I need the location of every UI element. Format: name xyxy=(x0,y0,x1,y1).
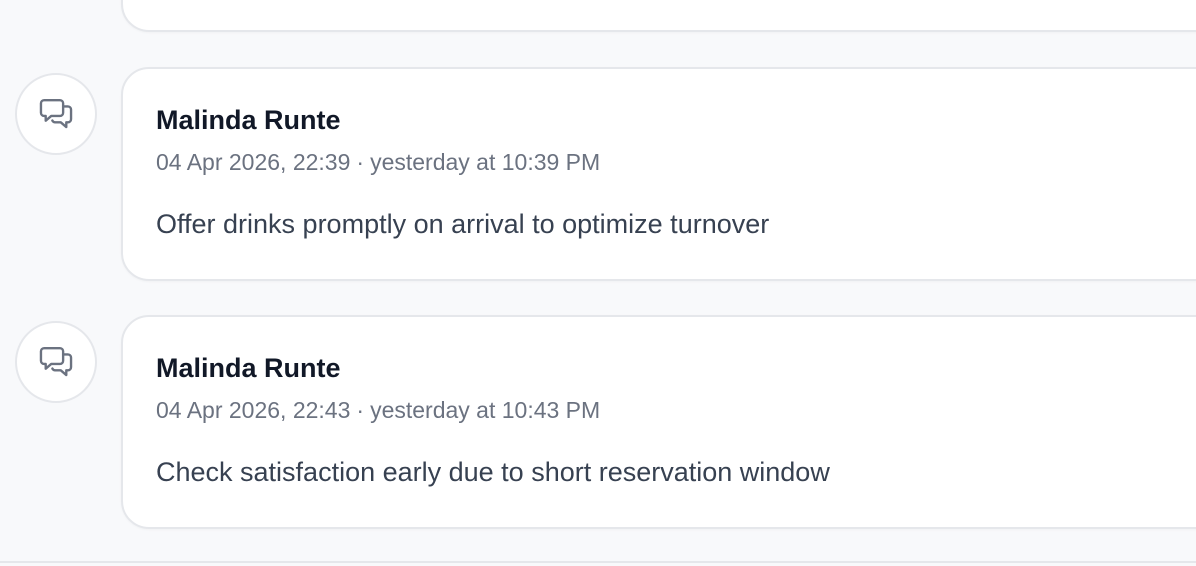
comment-author: Malinda Runte xyxy=(156,105,341,135)
comment-card: Malinda Runte 04 Apr 2026, 22:39 · yesterd… xyxy=(121,67,1196,281)
comment-text: Offer drinks promptly on arrival to opti… xyxy=(156,209,770,239)
chat-bubbles-icon xyxy=(37,93,75,136)
meta-separator: · xyxy=(356,149,365,175)
comment-relative-time: yesterday at 10:43 PM xyxy=(370,397,601,423)
chat-bubbles-icon xyxy=(37,341,75,384)
comment-timestamp: 04 Apr 2026, 22:39 · yesterday at 10:39 PM xyxy=(156,149,600,176)
comment-text: Check satisfaction early due to short re… xyxy=(156,457,830,487)
comment-datetime: 04 Apr 2026, 22:39 xyxy=(156,149,351,175)
divider xyxy=(0,561,1196,563)
comment-datetime: 04 Apr 2026, 22:43 xyxy=(156,397,351,423)
comment-timestamp: 04 Apr 2026, 22:43 · yesterday at 10:43 PM xyxy=(156,397,600,424)
comment-author: Malinda Runte xyxy=(156,353,341,383)
comment-avatar xyxy=(15,321,97,403)
comment-relative-time: yesterday at 10:39 PM xyxy=(370,149,601,175)
comment-avatar xyxy=(15,73,97,155)
comment-card: Malinda Runte 04 Apr 2026, 22:43 · yesterd… xyxy=(121,315,1196,529)
meta-separator: · xyxy=(356,397,365,423)
previous-comment-card xyxy=(121,0,1196,32)
